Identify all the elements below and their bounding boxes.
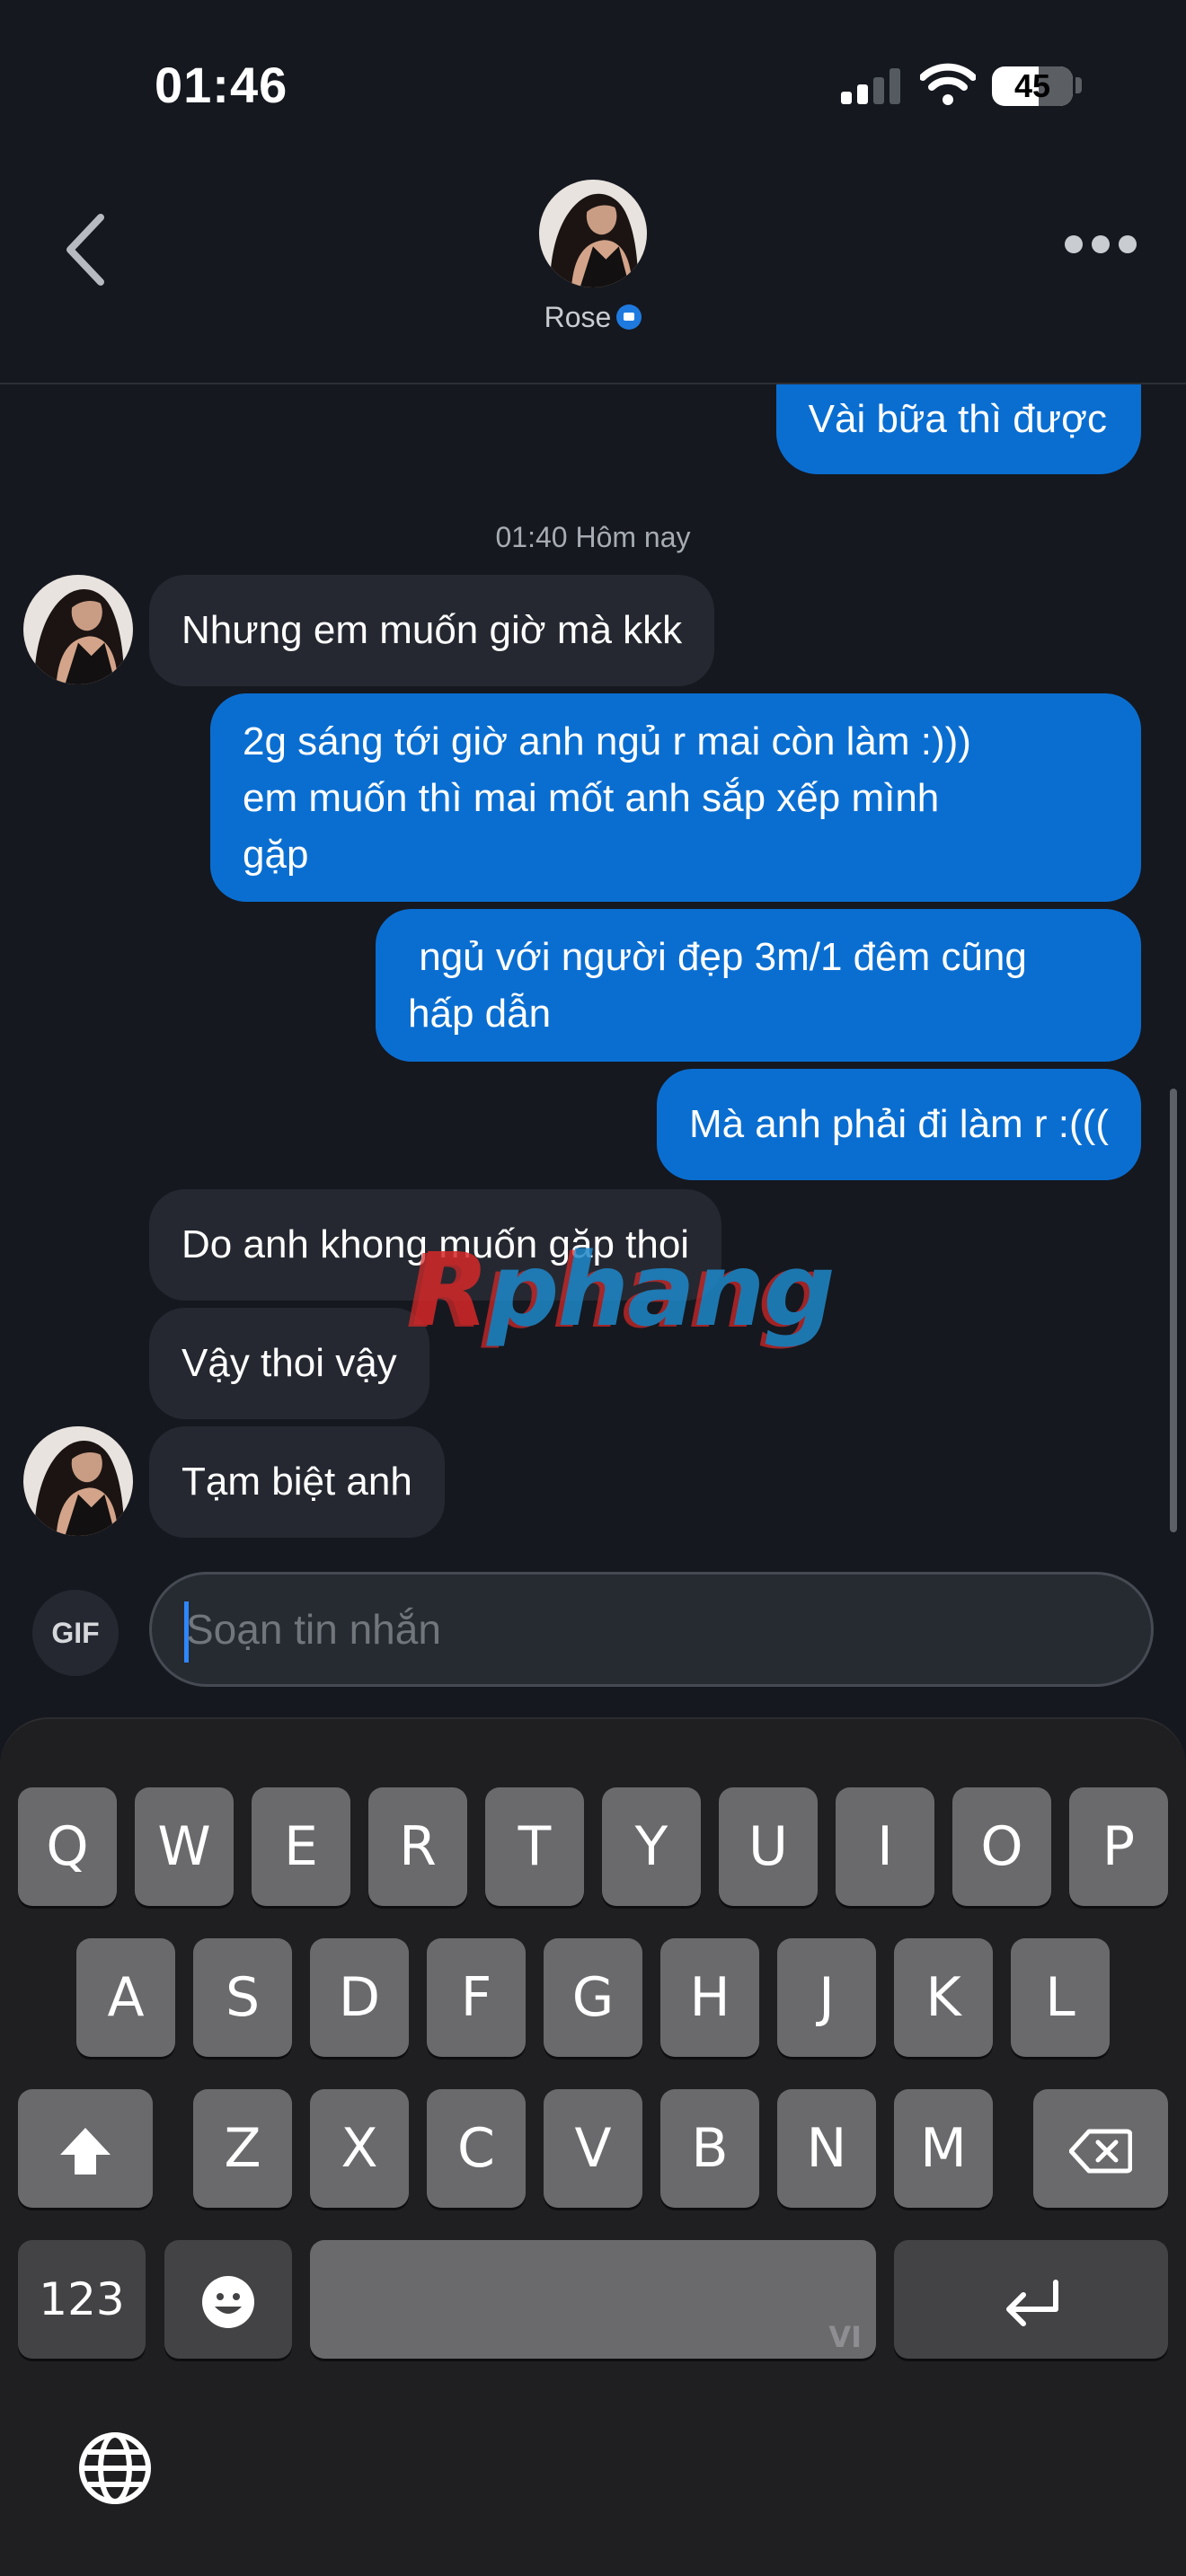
outgoing-message[interactable]: Mà anh phải đi làm r :((( bbox=[656, 1069, 1141, 1180]
message-text: Nhưng em muốn giờ mà kkk bbox=[181, 608, 683, 652]
contact-name[interactable]: Rose bbox=[503, 301, 683, 334]
delete-key[interactable] bbox=[1033, 2089, 1168, 2208]
key-j[interactable]: J bbox=[777, 1938, 876, 2057]
contact-avatar[interactable] bbox=[539, 180, 647, 287]
key-t[interactable]: T bbox=[485, 1787, 584, 1906]
back-chevron-icon[interactable] bbox=[54, 207, 119, 293]
key-a[interactable]: A bbox=[76, 1938, 175, 2057]
key-y[interactable]: Y bbox=[602, 1787, 701, 1906]
key-l[interactable]: L bbox=[1011, 1938, 1110, 2057]
backspace-icon bbox=[1068, 2129, 1133, 2174]
key-d[interactable]: D bbox=[310, 1938, 409, 2057]
key-e[interactable]: E bbox=[252, 1787, 350, 1906]
globe-icon[interactable] bbox=[77, 2430, 153, 2506]
key-m[interactable]: M bbox=[894, 2089, 993, 2208]
chat-header: Rose bbox=[0, 162, 1186, 384]
key-p[interactable]: P bbox=[1069, 1787, 1168, 1906]
key-g[interactable]: G bbox=[544, 1938, 642, 2057]
key-q[interactable]: Q bbox=[18, 1787, 117, 1906]
watermark-logo: Rphang bbox=[412, 1232, 836, 1349]
battery-icon: 45 bbox=[992, 66, 1073, 106]
key-k[interactable]: K bbox=[894, 1938, 993, 2057]
gif-button[interactable]: GIF bbox=[32, 1590, 119, 1676]
space-key[interactable]: VI bbox=[310, 2240, 876, 2359]
message-line: ngủ với người đẹp 3m/1 đêm cũng bbox=[408, 935, 1027, 979]
message-text: Mà anh phải đi làm r :((( bbox=[688, 1102, 1109, 1146]
emoji-icon bbox=[202, 2276, 254, 2329]
shift-icon bbox=[60, 2128, 111, 2175]
battery-level: 45 bbox=[1013, 67, 1051, 104]
key-b[interactable]: B bbox=[660, 2089, 759, 2208]
space-language-label: VI bbox=[828, 2320, 862, 2354]
battery-tip bbox=[1075, 77, 1082, 93]
outgoing-message[interactable]: 2g sáng tới giờ anh ngủ r mai còn làm :)… bbox=[210, 693, 1141, 902]
outgoing-message[interactable]: Vài bữa thì được bbox=[775, 384, 1141, 474]
emoji-key[interactable] bbox=[164, 2240, 292, 2359]
key-v[interactable]: V bbox=[544, 2089, 642, 2208]
return-icon bbox=[1005, 2280, 1058, 2327]
key-z[interactable]: Z bbox=[193, 2089, 292, 2208]
cellular-signal-icon bbox=[841, 68, 900, 104]
key-c[interactable]: C bbox=[427, 2089, 526, 2208]
key-u[interactable]: U bbox=[719, 1787, 818, 1906]
wifi-icon bbox=[920, 63, 976, 105]
message-input[interactable]: Soạn tin nhắn bbox=[149, 1572, 1154, 1687]
key-o[interactable]: O bbox=[952, 1787, 1051, 1906]
message-line: em muốn thì mai mốt anh sắp xếp mình bbox=[243, 776, 940, 820]
key-f[interactable]: F bbox=[427, 1938, 526, 2057]
camera-badge-icon bbox=[616, 304, 642, 330]
incoming-message[interactable]: Nhưng em muốn giờ mà kkk bbox=[149, 575, 715, 686]
sender-avatar[interactable] bbox=[23, 1426, 133, 1536]
status-time: 01:46 bbox=[155, 57, 288, 113]
chat-scrollbar[interactable] bbox=[1170, 1089, 1177, 1532]
incoming-message[interactable]: Tạm biệt anh bbox=[149, 1426, 445, 1538]
key-r[interactable]: R bbox=[368, 1787, 467, 1906]
numbers-key[interactable]: 123 bbox=[18, 2240, 146, 2359]
message-text: Tạm biệt anh bbox=[181, 1460, 412, 1504]
message-line: hấp dẫn bbox=[408, 992, 552, 1036]
message-line: gặp bbox=[243, 833, 309, 877]
message-text: Vậy thoi vậy bbox=[181, 1341, 397, 1385]
message-line: 2g sáng tới giờ anh ngủ r mai còn làm :)… bbox=[243, 719, 971, 763]
sender-avatar[interactable] bbox=[23, 575, 133, 684]
contact-name-label: Rose bbox=[544, 301, 612, 333]
key-h[interactable]: H bbox=[660, 1938, 759, 2057]
key-n[interactable]: N bbox=[777, 2089, 876, 2208]
outgoing-message[interactable]: ngủ với người đẹp 3m/1 đêm cũng hấp dẫn bbox=[376, 909, 1141, 1062]
chat-timestamp: 01:40 Hôm nay bbox=[495, 521, 691, 553]
key-s[interactable]: S bbox=[193, 1938, 292, 2057]
shift-key[interactable] bbox=[18, 2089, 153, 2208]
key-w[interactable]: W bbox=[135, 1787, 234, 1906]
incoming-message[interactable]: Vậy thoi vậy bbox=[149, 1308, 429, 1419]
message-text: Vài bữa thì được bbox=[808, 397, 1107, 441]
message-input-placeholder: Soạn tin nhắn bbox=[186, 1606, 441, 1653]
more-options-icon[interactable] bbox=[1060, 225, 1141, 264]
key-x[interactable]: X bbox=[310, 2089, 409, 2208]
key-i[interactable]: I bbox=[836, 1787, 934, 1906]
return-key[interactable] bbox=[894, 2240, 1168, 2359]
